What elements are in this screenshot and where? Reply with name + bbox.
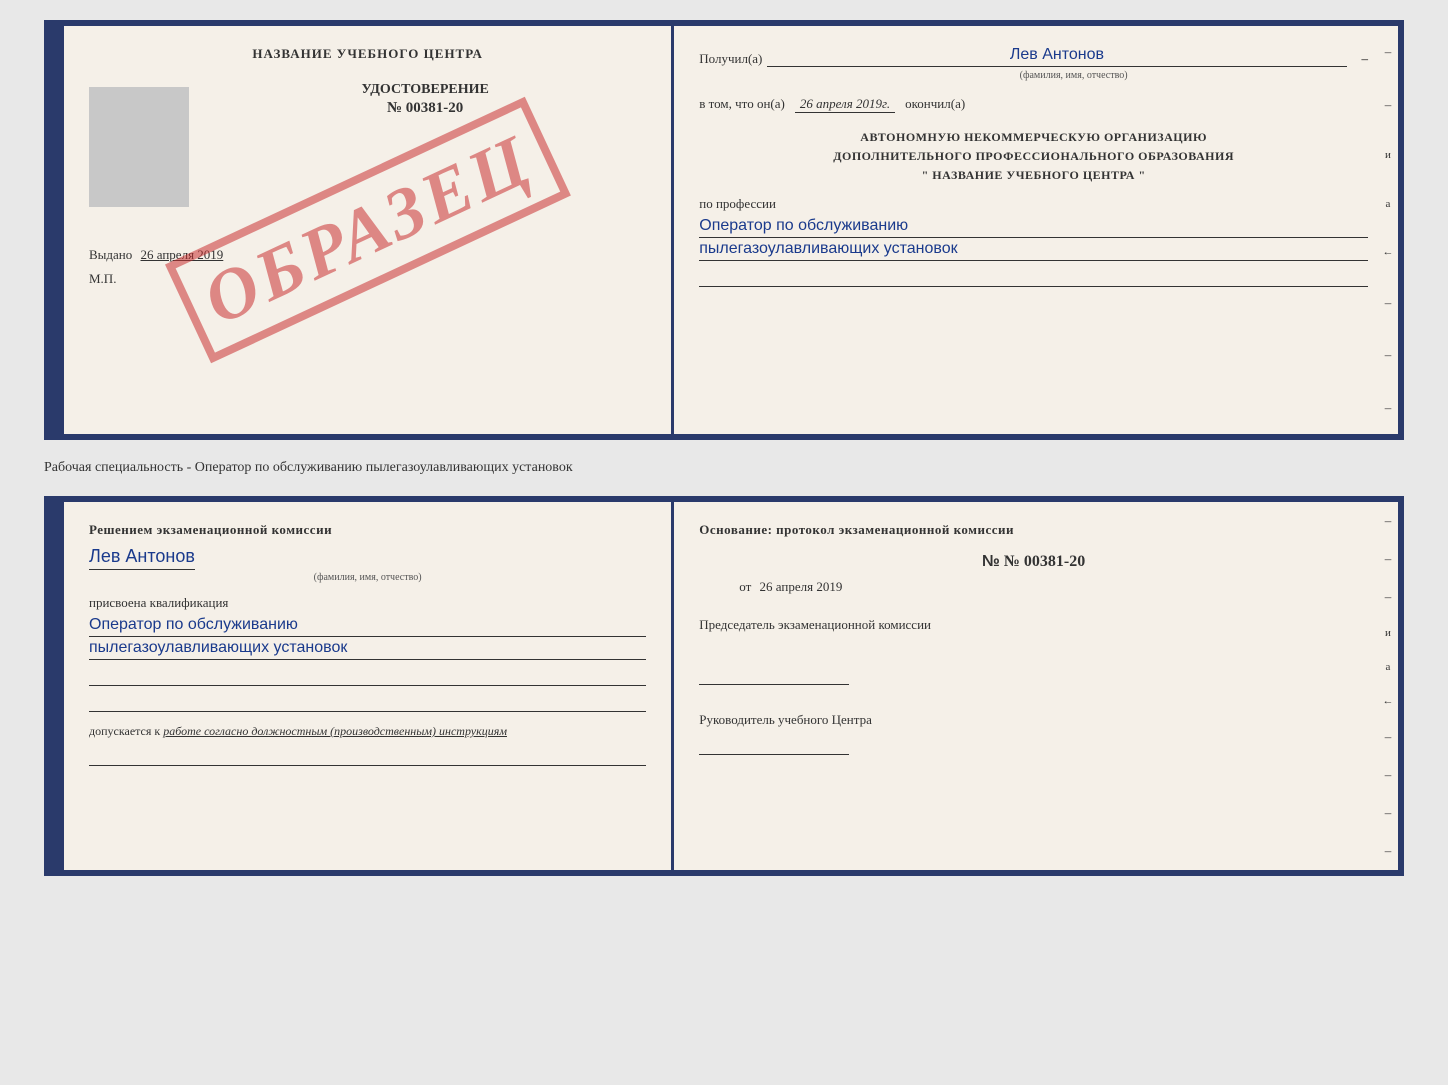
dopuskaetsya-label: допускается к: [89, 724, 160, 738]
ot-date-value: 26 апреля 2019: [760, 579, 843, 594]
school-name-top: НАЗВАНИЕ УЧЕБНОГО ЦЕНТРА: [89, 46, 646, 62]
vydano-line: Выдано 26 апреля 2019: [89, 247, 646, 263]
okonchil-label: окончил(а): [905, 96, 965, 112]
side-marks-top: – – и а ← – – –: [1378, 26, 1398, 434]
ot-label: от: [739, 579, 751, 594]
bmark-7: –: [1385, 729, 1392, 745]
org-line2: ДОПОЛНИТЕЛЬНОГО ПРОФЕССИОНАЛЬНОГО ОБРАЗО…: [699, 147, 1368, 166]
mark-7: –: [1385, 347, 1392, 363]
resheniem-title: Решением экзаменационной комиссии: [89, 522, 646, 538]
fio-caption-bottom: (фамилия, имя, отчество): [89, 572, 646, 583]
udostoverenie-title: УДОСТОВЕРЕНИЕ: [204, 82, 646, 98]
mark-5: ←: [1383, 246, 1394, 258]
po-professii-label: по профессии: [699, 196, 1368, 212]
rukovoditel-sign-line: [699, 735, 849, 755]
predsedatel-sign-line: [699, 665, 849, 685]
book-left-top: НАЗВАНИЕ УЧЕБНОГО ЦЕНТРА УДОСТОВЕРЕНИЕ №…: [64, 26, 674, 434]
mark-3: и: [1385, 149, 1391, 161]
bmark-3: –: [1385, 589, 1392, 605]
separator-text: Рабочая специальность - Оператор по обсл…: [44, 452, 1404, 484]
poluchil-line: Получил(а) Лев Антонов –: [699, 46, 1368, 67]
dopuskaetsya-text: допускается к работе согласно должностны…: [89, 722, 646, 740]
prisvoena-label: присвоена квалификация: [89, 595, 646, 611]
bmark-10: –: [1385, 843, 1392, 859]
bmark-5: а: [1386, 661, 1391, 673]
mark-2: –: [1385, 97, 1392, 113]
bmark-9: –: [1385, 805, 1392, 821]
bmark-1: –: [1385, 513, 1392, 529]
book-right-bottom: Основание: протокол экзаменационной коми…: [674, 502, 1398, 870]
blank-line-1: [699, 267, 1368, 287]
profession-line1: Оператор по обслуживанию: [699, 217, 1368, 238]
blank-line-bottom-3: [89, 746, 646, 766]
doc-number-top: № 00381-20: [204, 100, 646, 117]
dash-after-name: –: [1362, 51, 1369, 67]
side-marks-bottom: – – – и а ← – – – –: [1378, 502, 1398, 870]
mark-1: –: [1385, 44, 1392, 60]
rukovoditel-label: Руководитель учебного Центра: [699, 710, 1368, 730]
certificate-top: НАЗВАНИЕ УЧЕБНОГО ЦЕНТРА УДОСТОВЕРЕНИЕ №…: [44, 20, 1404, 440]
org-line1: АВТОНОМНУЮ НЕКОММЕРЧЕСКУЮ ОРГАНИЗАЦИЮ: [699, 128, 1368, 147]
poluchil-name: Лев Антонов: [767, 46, 1346, 67]
dopuskaetsya-value: работе согласно должностным (производств…: [163, 724, 507, 738]
vydano-date: 26 апреля 2019: [141, 247, 224, 262]
bmark-8: –: [1385, 767, 1392, 783]
bmark-4: и: [1385, 627, 1391, 639]
profession-line2: пылегазоулавливающих установок: [699, 240, 1368, 261]
mark-8: –: [1385, 400, 1392, 416]
vtom-label: в том, что он(а): [699, 96, 785, 112]
org-line3: " НАЗВАНИЕ УЧЕБНОГО ЦЕНТРА ": [699, 166, 1368, 185]
osnovanie-title: Основание: протокол экзаменационной коми…: [699, 522, 1368, 538]
book-spine-top: [50, 26, 64, 434]
ot-date: от 26 апреля 2019: [699, 579, 1368, 595]
mark-6: –: [1385, 295, 1392, 311]
qualification-line1: Оператор по обслуживанию: [89, 616, 646, 637]
document-container: НАЗВАНИЕ УЧЕБНОГО ЦЕНТРА УДОСТОВЕРЕНИЕ №…: [44, 20, 1404, 876]
photo-placeholder: [89, 87, 189, 207]
org-text: АВТОНОМНУЮ НЕКОММЕРЧЕСКУЮ ОРГАНИЗАЦИЮ ДО…: [699, 128, 1368, 186]
blank-line-bottom-1: [89, 666, 646, 686]
book-left-bottom: Решением экзаменационной комиссии Лев Ан…: [64, 502, 674, 870]
certificate-bottom: Решением экзаменационной комиссии Лев Ан…: [44, 496, 1404, 876]
vtom-date: 26 апреля 2019г.: [795, 96, 895, 113]
person-name-bottom: Лев Антонов: [89, 546, 195, 570]
predsedatel-label: Председатель экзаменационной комиссии: [699, 615, 1368, 635]
protocol-number-value: № 00381-20: [1004, 553, 1085, 570]
book-spine-bottom: [50, 502, 64, 870]
blank-line-bottom-2: [89, 692, 646, 712]
vtom-line: в том, что он(а) 26 апреля 2019г. окончи…: [699, 96, 1368, 113]
poluchil-label: Получил(а): [699, 51, 762, 67]
bmark-2: –: [1385, 551, 1392, 567]
number-sign: №: [982, 553, 1000, 570]
mp-line: М.П.: [89, 271, 646, 287]
fio-caption-top: (фамилия, имя, отчество): [779, 70, 1368, 81]
bmark-6: ←: [1383, 695, 1394, 707]
vydano-label: Выдано: [89, 247, 132, 262]
protocol-number: № № 00381-20: [699, 553, 1368, 571]
qualification-line2: пылегазоулавливающих установок: [89, 639, 646, 660]
book-right-top: Получил(а) Лев Антонов – (фамилия, имя, …: [674, 26, 1398, 434]
mark-4: а: [1386, 198, 1391, 210]
